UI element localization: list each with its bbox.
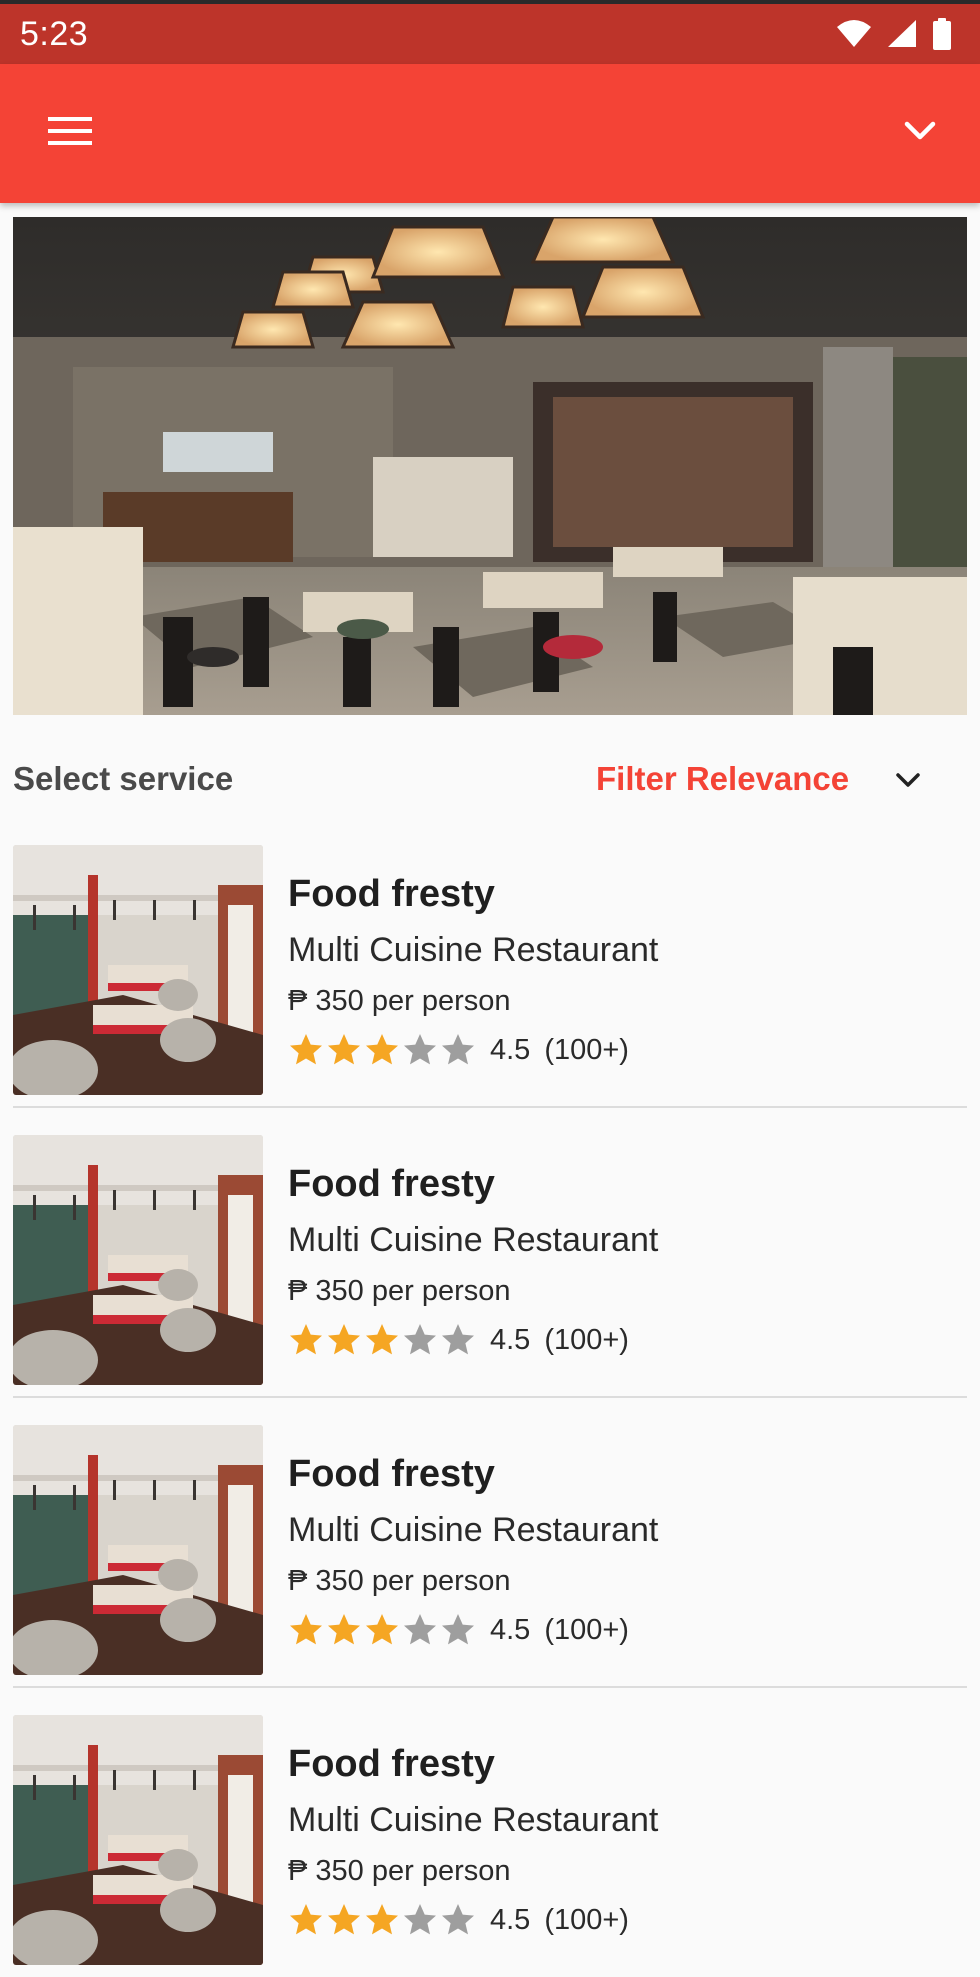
restaurant-thumbnail-photo <box>13 1425 263 1675</box>
menu-button[interactable] <box>40 106 100 156</box>
restaurant-cuisine: Multi Cuisine Restaurant <box>288 931 659 969</box>
rating-count: (100+) <box>544 1033 629 1066</box>
star-filled-icon <box>328 1614 360 1645</box>
restaurant-cuisine: Multi Cuisine Restaurant <box>288 1221 659 1259</box>
chevron-down-icon <box>896 773 920 787</box>
restaurant-price: ₱ 350 per person <box>288 1565 511 1597</box>
restaurant-card[interactable]: Food fresty Multi Cuisine Restaurant ₱ 3… <box>13 1715 967 1977</box>
restaurant-thumbnail-photo <box>13 1135 263 1385</box>
rating-stars <box>288 1612 476 1648</box>
filter-dropdown-button[interactable] <box>890 762 926 798</box>
filter-relevance-button[interactable]: Filter Relevance <box>596 760 849 798</box>
restaurant-name: Food fresty <box>288 1743 495 1785</box>
restaurant-thumbnail <box>13 1135 263 1385</box>
star-filled-icon <box>366 1034 398 1065</box>
restaurant-price: ₱ 350 per person <box>288 1275 511 1307</box>
star-filled-icon <box>328 1904 360 1935</box>
star-filled-icon <box>290 1614 322 1645</box>
list-divider <box>13 1106 967 1108</box>
restaurant-rating: 4.5 (100+) <box>288 1610 629 1650</box>
rating-value: 4.5 <box>490 1323 531 1356</box>
rating-count: (100+) <box>544 1903 629 1936</box>
rating-value: 4.5 <box>490 1613 531 1646</box>
rating-stars <box>288 1902 476 1938</box>
star-empty-icon <box>404 1034 436 1065</box>
battery-icon <box>933 18 951 50</box>
star-empty-icon <box>404 1904 436 1935</box>
rating-count: (100+) <box>544 1323 629 1356</box>
restaurant-thumbnail-photo <box>13 1715 263 1965</box>
restaurant-name: Food fresty <box>288 1163 495 1205</box>
restaurant-cuisine: Multi Cuisine Restaurant <box>288 1801 659 1839</box>
hero-image <box>13 217 967 715</box>
restaurant-rating: 4.5 (100+) <box>288 1320 629 1360</box>
star-empty-icon <box>442 1904 474 1935</box>
star-filled-icon <box>328 1034 360 1065</box>
restaurant-cuisine: Multi Cuisine Restaurant <box>288 1511 659 1549</box>
restaurant-price: ₱ 350 per person <box>288 985 511 1017</box>
star-empty-icon <box>442 1324 474 1355</box>
chevron-down-icon <box>904 121 936 140</box>
select-service-label[interactable]: Select service <box>13 760 233 798</box>
list-divider <box>13 1686 967 1688</box>
star-empty-icon <box>442 1034 474 1065</box>
list-divider <box>13 1396 967 1398</box>
restaurant-name: Food fresty <box>288 873 495 915</box>
star-filled-icon <box>366 1614 398 1645</box>
status-bar: 5:23 <box>0 0 980 64</box>
app-bar <box>0 64 980 203</box>
appbar-dropdown-button[interactable] <box>890 106 950 156</box>
rating-stars <box>288 1322 476 1358</box>
restaurant-thumbnail <box>13 1425 263 1675</box>
star-empty-icon <box>442 1614 474 1645</box>
restaurant-rating: 4.5 (100+) <box>288 1030 629 1070</box>
status-time: 5:23 <box>20 14 89 53</box>
rating-value: 4.5 <box>490 1903 531 1936</box>
restaurant-card[interactable]: Food fresty Multi Cuisine Restaurant ₱ 3… <box>13 845 967 1108</box>
star-filled-icon <box>366 1324 398 1355</box>
rating-count: (100+) <box>544 1613 629 1646</box>
status-icons <box>836 18 952 50</box>
rating-stars <box>288 1032 476 1068</box>
filter-row: Select service Filter Relevance <box>0 750 980 810</box>
hamburger-menu-icon <box>48 117 92 145</box>
star-filled-icon <box>290 1034 322 1065</box>
star-filled-icon <box>366 1904 398 1935</box>
star-filled-icon <box>290 1904 322 1935</box>
restaurant-thumbnail-photo <box>13 845 263 1095</box>
star-filled-icon <box>328 1324 360 1355</box>
restaurant-interior-photo <box>13 217 967 715</box>
restaurant-rating: 4.5 (100+) <box>288 1900 629 1940</box>
star-empty-icon <box>404 1324 436 1355</box>
restaurant-name: Food fresty <box>288 1453 495 1495</box>
signal-icon <box>888 20 916 47</box>
star-empty-icon <box>404 1614 436 1645</box>
star-filled-icon <box>290 1324 322 1355</box>
restaurant-thumbnail <box>13 1715 263 1965</box>
rating-value: 4.5 <box>490 1033 531 1066</box>
restaurant-card[interactable]: Food fresty Multi Cuisine Restaurant ₱ 3… <box>13 1135 967 1398</box>
restaurant-thumbnail <box>13 845 263 1095</box>
restaurant-price: ₱ 350 per person <box>288 1855 511 1887</box>
restaurant-card[interactable]: Food fresty Multi Cuisine Restaurant ₱ 3… <box>13 1425 967 1688</box>
wifi-icon <box>837 20 871 47</box>
